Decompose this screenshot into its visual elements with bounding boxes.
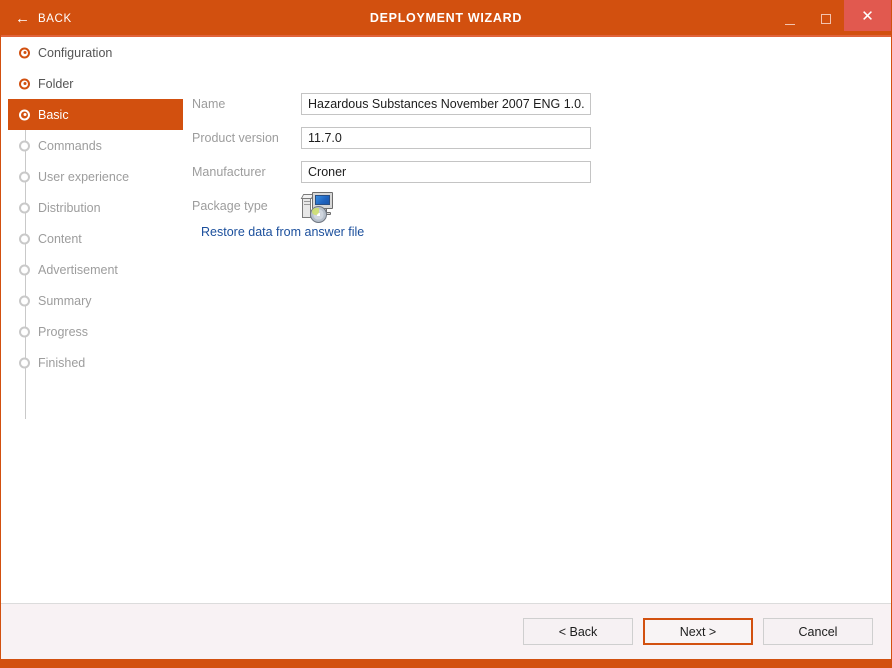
step-label: Configuration [38,45,113,60]
step-label: Finished [38,355,86,370]
close-icon: ✕ [861,7,874,25]
windows-installer-package-icon [300,191,335,225]
cd-disc-shape [310,206,327,223]
step-label: Progress [38,324,89,339]
basic-form-panel: Name Product version Manufacturer Packag… [191,37,891,603]
step-dot-icon [19,140,30,151]
title-bar: ← BACK DEPLOYMENT WIZARD ✕ [1,0,891,37]
deployment-wizard-window: ← BACK DEPLOYMENT WIZARD ✕ Configuration [0,0,892,668]
sidebar-item-folder[interactable]: Folder [1,68,191,99]
step-label: Content [38,231,82,246]
sidebar-item-user-experience[interactable]: User experience [1,161,191,192]
sidebar-item-configuration[interactable]: Configuration [1,37,191,68]
minimize-button[interactable] [772,0,808,37]
step-dot-icon [19,78,30,89]
field-row-product-version: Product version [192,127,891,161]
next-button[interactable]: Next > [643,618,753,645]
step-label: User experience [38,169,130,184]
minimize-icon [785,24,795,25]
step-dot-icon [19,233,30,244]
step-dot-icon [19,326,30,337]
field-row-manufacturer: Manufacturer [192,161,891,195]
maximize-icon [821,13,831,24]
step-dot-icon [19,109,30,120]
sidebar-item-commands[interactable]: Commands [1,130,191,161]
manufacturer-input[interactable] [301,161,591,183]
monitor-screen-shape [315,195,330,205]
step-label: Commands [38,138,102,153]
name-input[interactable] [301,93,591,115]
step-label: Basic [38,107,69,122]
product-version-input[interactable] [301,127,591,149]
maximize-button[interactable] [808,0,844,37]
step-dot-icon [19,357,30,368]
back-nav-button[interactable]: < Back [523,618,633,645]
step-label: Advertisement [38,262,118,277]
back-button[interactable]: ← BACK [1,0,84,37]
arrow-left-icon: ← [15,9,30,27]
sidebar-item-finished[interactable]: Finished [1,347,191,378]
bottom-accent-strip [1,659,891,667]
package-type-label: Package type [192,199,268,213]
window-title: DEPLOYMENT WIZARD [369,11,523,25]
field-row-package-type: Package type [192,192,891,247]
back-button-label: BACK [38,12,72,25]
wizard-steps-sidebar: Configuration Folder Basic Commands User… [1,37,191,603]
sidebar-item-basic[interactable]: Basic [8,99,183,130]
step-label: Summary [38,293,92,308]
field-row-name: Name [192,93,891,127]
product-version-label: Product version [192,131,279,145]
step-dot-icon [19,202,30,213]
close-button[interactable]: ✕ [844,0,891,31]
manufacturer-label: Manufacturer [192,165,266,179]
name-label: Name [192,97,226,111]
sidebar-item-distribution[interactable]: Distribution [1,192,191,223]
wizard-footer: < Back Next > Cancel [1,603,891,659]
step-dot-icon [19,47,30,58]
restore-data-from-answer-file-link[interactable]: Restore data from answer file [201,225,364,239]
step-dot-icon [19,264,30,275]
cancel-button[interactable]: Cancel [763,618,873,645]
step-dot-icon [19,171,30,182]
step-label: Distribution [38,200,101,215]
wizard-content: Configuration Folder Basic Commands User… [1,37,891,603]
sidebar-item-progress[interactable]: Progress [1,316,191,347]
sidebar-item-advertisement[interactable]: Advertisement [1,254,191,285]
step-label: Folder [38,76,74,91]
step-dot-icon [19,295,30,306]
sidebar-item-summary[interactable]: Summary [1,285,191,316]
sidebar-item-content[interactable]: Content [1,223,191,254]
window-controls: ✕ [772,0,891,37]
